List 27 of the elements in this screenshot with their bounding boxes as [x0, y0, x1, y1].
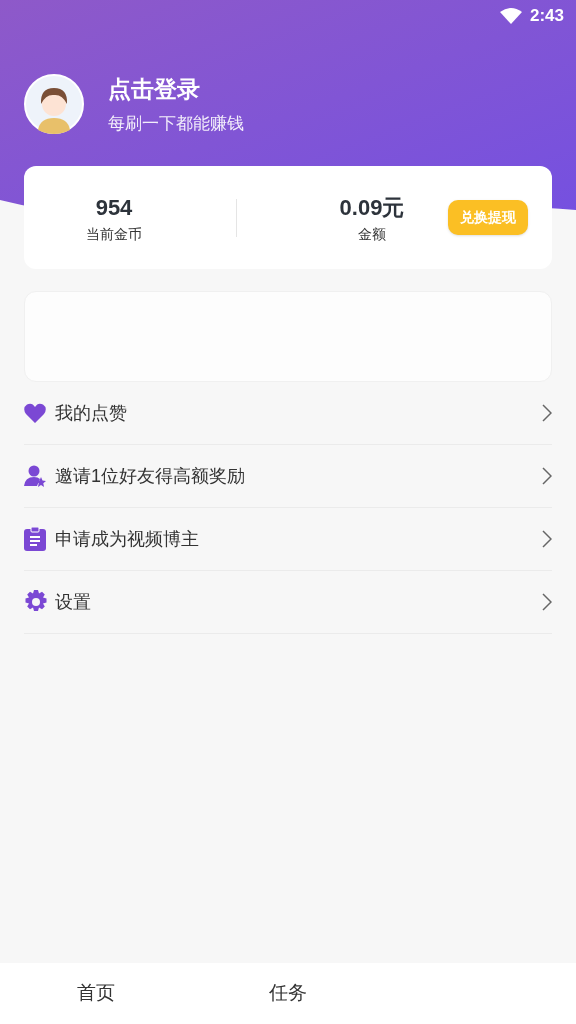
menu-item[interactable]: 设置 [24, 571, 552, 634]
settings-icon [24, 590, 48, 614]
menu-item[interactable]: 申请成为视频博主 [24, 508, 552, 571]
menu-item[interactable]: 邀请1位好友得高额奖励 [24, 445, 552, 508]
clock: 2:43 [529, 5, 564, 28]
clipboard-icon [24, 527, 46, 551]
wifi-icon [499, 8, 522, 24]
chevron-icon [542, 467, 552, 485]
menu-label: 邀请1位好友得高额奖励 [55, 464, 246, 488]
menu-label: 申请成为视频博主 [55, 527, 200, 551]
heart-icon [24, 403, 46, 423]
chevron-icon [542, 530, 552, 548]
menu-label: 我的点赞 [55, 401, 128, 425]
menu-item[interactable]: 我的点赞 [24, 382, 552, 445]
coin-count: 954 [95, 193, 133, 222]
avatar [24, 74, 84, 134]
nav-tab[interactable]: 首页 [77, 979, 115, 1008]
amount-value: 0.09元 [339, 193, 405, 222]
user-star-icon [24, 465, 46, 487]
subtitle: 每刷一下都能赚钱 [108, 112, 244, 135]
chevron-icon [542, 404, 552, 422]
amount-label: 金额 [358, 224, 386, 244]
chevron-icon [542, 593, 552, 611]
nav-tab[interactable]: 任务 [269, 979, 307, 1008]
menu-label: 设置 [55, 590, 92, 614]
login-title[interactable]: 点击登录 [108, 72, 244, 107]
coin-label: 当前金币 [86, 224, 142, 244]
